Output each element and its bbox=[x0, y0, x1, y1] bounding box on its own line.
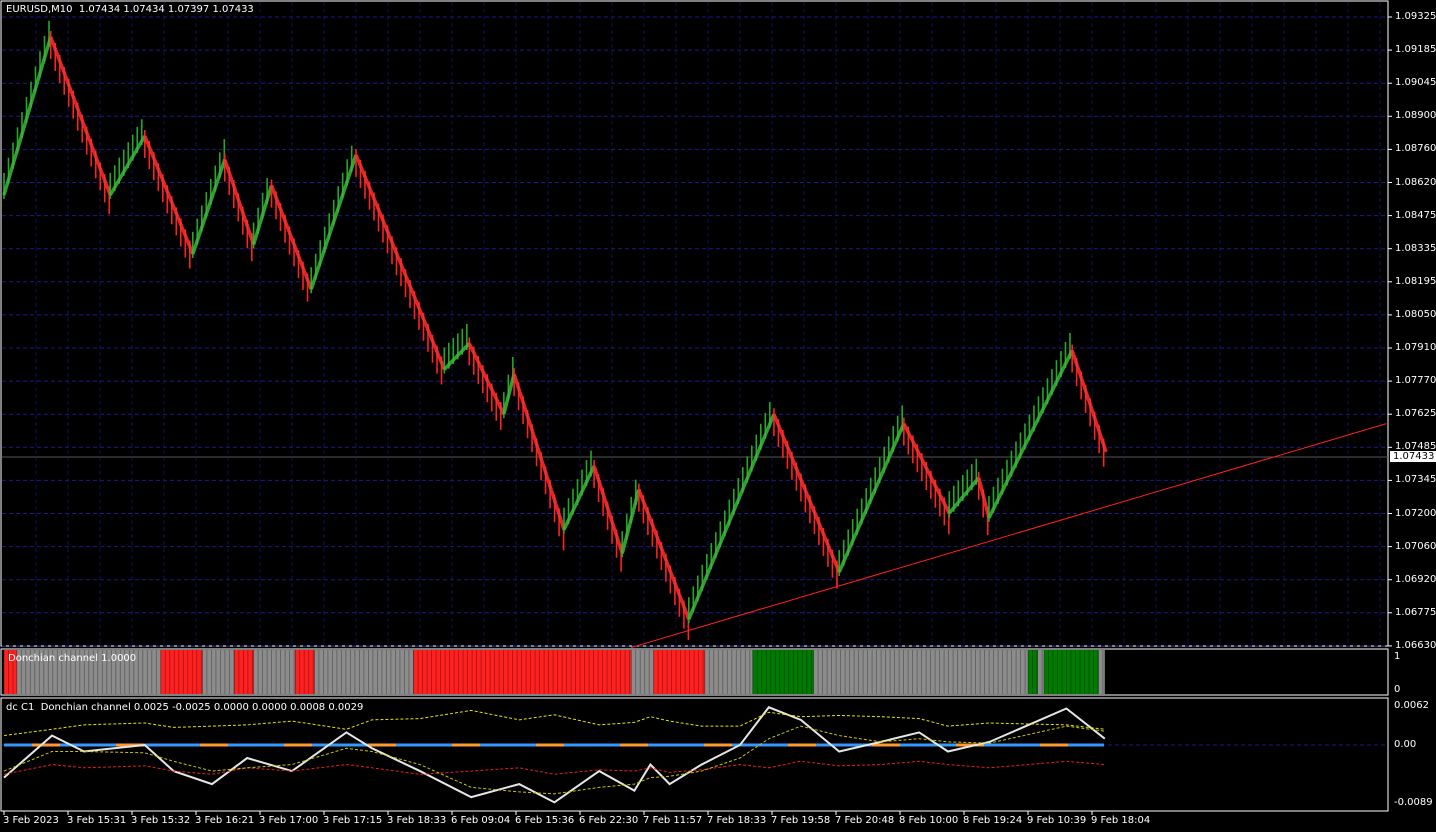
price-axis-label: 1.09325 bbox=[1395, 11, 1436, 22]
price-path-segment bbox=[223, 159, 256, 246]
price-path-segment bbox=[772, 413, 841, 573]
price-axis-label: 1.08475 bbox=[1395, 209, 1436, 221]
histogram-block-down bbox=[234, 650, 254, 694]
price-path-segment bbox=[637, 488, 691, 620]
time-axis-label: 6 Feb 22:30 bbox=[579, 815, 639, 826]
time-axis-label: 6 Feb 15:36 bbox=[515, 815, 575, 826]
price-axis-label: 1.09185 bbox=[1395, 44, 1436, 56]
price-axis-label: 1.07910 bbox=[1395, 342, 1436, 353]
price-axis-label: 1.07770 bbox=[1395, 375, 1436, 387]
price-path-segment bbox=[512, 373, 566, 531]
price-axis-label: 1.07200 bbox=[1395, 507, 1436, 519]
price-axis-label: 1.07345 bbox=[1395, 474, 1436, 486]
price-axis-label: 1.08620 bbox=[1395, 176, 1436, 188]
price-path-segment bbox=[687, 413, 776, 620]
time-axis-label: 3 Feb 2023 bbox=[3, 815, 59, 826]
price-path-segment bbox=[1070, 349, 1108, 453]
time-axis-label: 7 Feb 20:48 bbox=[835, 815, 895, 826]
histogram-block-down bbox=[295, 650, 315, 694]
price-path-segment bbox=[354, 154, 446, 371]
price-axis-label: 1.07060 bbox=[1395, 540, 1436, 552]
oscillator-line bbox=[3, 706, 1106, 804]
ohlc-values: 1.07434 1.07434 1.07397 1.07433 bbox=[78, 4, 254, 15]
price-path-segment bbox=[467, 342, 506, 415]
chart-title: EURUSD,M10 1.07434 1.07434 1.07397 1.074… bbox=[6, 4, 254, 15]
price-path-segment bbox=[309, 154, 358, 290]
time-axis-label: 9 Feb 10:39 bbox=[1027, 815, 1087, 826]
price-axis-label: 1.06775 bbox=[1395, 606, 1436, 618]
price-axis-label: 1.07625 bbox=[1395, 408, 1436, 420]
oscillator-axis-label: 0.0062 bbox=[1394, 700, 1429, 711]
time-axis-label: 7 Feb 18:33 bbox=[707, 815, 767, 826]
histogram-block-neutral bbox=[1098, 650, 1105, 694]
upper-line bbox=[3, 709, 1105, 737]
price-axis-label: 1.07485 bbox=[1395, 441, 1436, 453]
signal-line bbox=[3, 725, 1105, 795]
price-axis-label: 1.08900 bbox=[1395, 110, 1436, 122]
histogram-block-down bbox=[413, 650, 632, 694]
time-axis-label: 3 Feb 17:15 bbox=[323, 815, 383, 826]
price-axis-label: 1.08335 bbox=[1395, 242, 1436, 254]
price-path-segment bbox=[592, 465, 624, 554]
histogram-block-neutral bbox=[1037, 650, 1044, 694]
histogram-block-down bbox=[653, 650, 705, 694]
price-axis-label: 1.08050 bbox=[1395, 308, 1436, 320]
oscillator-axis-label: 0.00 bbox=[1394, 739, 1417, 750]
price-path-segment bbox=[191, 159, 227, 255]
current-price-tag: 1.07433 bbox=[1390, 451, 1436, 462]
time-axis-label: 3 Feb 15:31 bbox=[67, 815, 127, 826]
time-axis-label: 3 Feb 18:33 bbox=[387, 815, 447, 826]
histogram-block-neutral bbox=[631, 650, 654, 694]
time-axis-label: 8 Feb 10:00 bbox=[899, 815, 959, 826]
histogram-block-neutral bbox=[253, 650, 296, 694]
price-path-segment bbox=[837, 422, 906, 573]
time-axis-label: 8 Feb 19:24 bbox=[963, 815, 1023, 826]
time-axis-label: 6 Feb 09:04 bbox=[451, 815, 511, 826]
donchian-histogram-label: Donchian channel 1.0000 bbox=[8, 653, 137, 664]
price-path-segment bbox=[143, 135, 195, 255]
histogram-axis-label: 1 bbox=[1394, 651, 1401, 662]
time-axis-label: 7 Feb 11:57 bbox=[643, 815, 703, 826]
price-path-segment bbox=[269, 184, 313, 290]
price-axis-label: 1.09045 bbox=[1395, 77, 1436, 89]
time-axis-label: 3 Feb 17:00 bbox=[259, 815, 319, 826]
oscillator-axis-label: -0.0089 bbox=[1394, 797, 1433, 808]
price-path-segment bbox=[562, 465, 596, 531]
histogram-block-down bbox=[160, 650, 203, 694]
price-axis-label: 1.06920 bbox=[1395, 573, 1436, 585]
time-axis-label: 7 Feb 19:58 bbox=[771, 815, 831, 826]
oscillator-frame bbox=[0, 697, 1389, 812]
time-axis-label: 3 Feb 15:32 bbox=[131, 815, 191, 826]
price-axis-label: 1.06630 bbox=[1395, 639, 1436, 651]
main-chart-frame bbox=[0, 0, 1389, 647]
price-path-segment bbox=[902, 422, 951, 514]
price-axis-label: 1.08195 bbox=[1395, 275, 1436, 287]
histogram-block-neutral bbox=[813, 650, 1028, 694]
time-axis-label: 3 Feb 16:21 bbox=[195, 815, 255, 826]
price-axis-label: 1.08760 bbox=[1395, 143, 1436, 155]
time-axis-label: 9 Feb 18:04 bbox=[1091, 815, 1151, 826]
histogram-axis-label: 0 bbox=[1394, 684, 1401, 695]
oscillator-label: dc C1 Donchian channel 0.0025 -0.0025 0.… bbox=[6, 702, 364, 713]
